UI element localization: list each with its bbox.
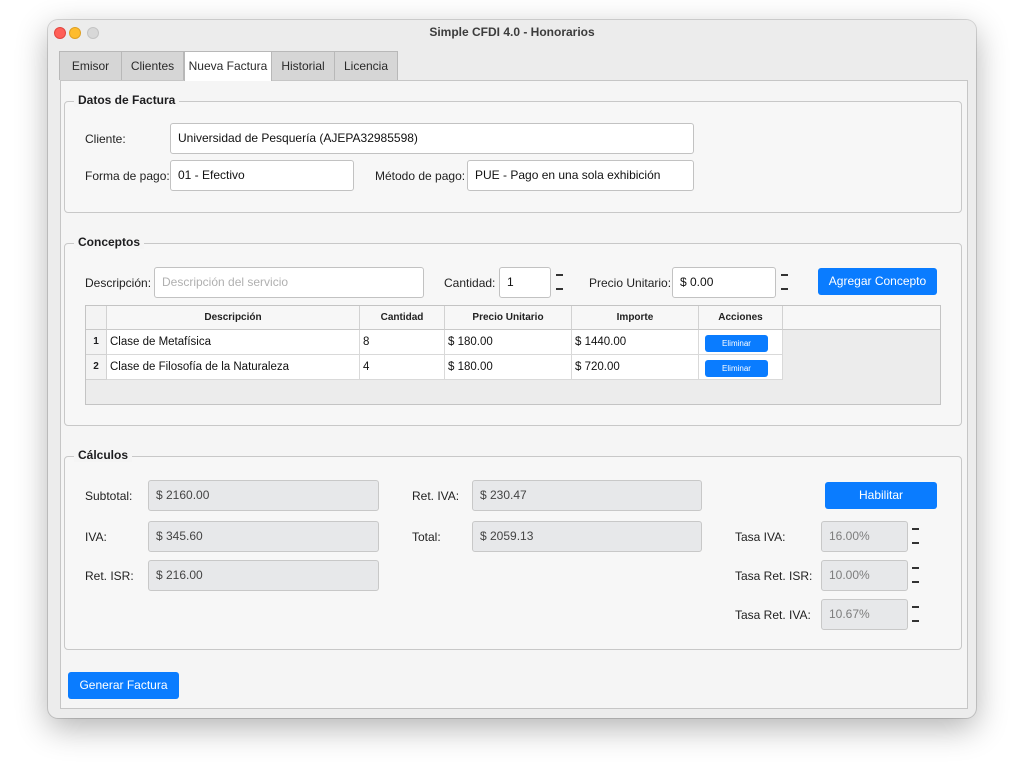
subtotal-label: Subtotal: xyxy=(85,489,133,503)
ret-isr-field: $ 216.00 xyxy=(148,560,379,591)
tasa-ret-isr-stepper[interactable] xyxy=(912,560,922,590)
eliminar-button[interactable]: Eliminar xyxy=(705,360,768,377)
tab-content-nueva-factura: Datos de Factura Cliente: Universidad de… xyxy=(60,80,968,709)
tasa-ret-isr-label: Tasa Ret. ISR: xyxy=(735,569,813,583)
cell-precio-unitario[interactable]: $ 180.00 xyxy=(445,330,572,355)
cell-descripcion[interactable]: Clase de Filosofía de la Naturaleza xyxy=(107,355,360,380)
precio-unitario-input[interactable]: $ 0.00 xyxy=(672,267,776,298)
column-header-descripcion[interactable]: Descripción xyxy=(107,306,360,330)
descripcion-label: Descripción: xyxy=(85,276,152,290)
forma-pago-select[interactable]: 01 - Efectivo xyxy=(170,160,354,191)
cell-acciones: Eliminar xyxy=(699,330,783,355)
title-bar: Simple CFDI 4.0 - Honorarios xyxy=(48,20,976,44)
total-label: Total: xyxy=(412,530,441,544)
cell-descripcion[interactable]: Clase de Metafísica xyxy=(107,330,360,355)
descripcion-input[interactable]: Descripción del servicio xyxy=(154,267,424,298)
tab-emisor[interactable]: Emisor xyxy=(59,51,122,80)
conceptos-table: Descripción Cantidad Precio Unitario Imp… xyxy=(85,305,941,405)
cell-cantidad[interactable]: 4 xyxy=(360,355,445,380)
cliente-field[interactable]: Universidad de Pesquería (AJEPA32985598) xyxy=(170,123,694,154)
tasa-ret-iva-stepper[interactable] xyxy=(912,599,922,629)
tab-clientes[interactable]: Clientes xyxy=(121,51,184,80)
eliminar-button[interactable]: Eliminar xyxy=(705,335,768,352)
ret-isr-label: Ret. ISR: xyxy=(85,569,134,583)
column-header-acciones[interactable]: Acciones xyxy=(699,306,783,330)
row-number: 2 xyxy=(86,355,107,380)
metodo-pago-label: Método de pago: xyxy=(375,169,466,183)
conceptos-title: Conceptos xyxy=(74,235,145,249)
column-header-filler xyxy=(783,306,940,330)
datos-factura-group: Datos de Factura Cliente: Universidad de… xyxy=(64,93,962,213)
ret-iva-field: $ 230.47 xyxy=(472,480,702,511)
column-header-importe[interactable]: Importe xyxy=(572,306,699,330)
app-window: Simple CFDI 4.0 - Honorarios Emisor Clie… xyxy=(48,20,976,718)
tasa-iva-input[interactable]: 16.00% xyxy=(821,521,908,552)
metodo-pago-select[interactable]: PUE - Pago en una sola exhibición xyxy=(467,160,694,191)
precio-unitario-stepper[interactable] xyxy=(781,267,791,297)
tasa-ret-isr-input[interactable]: 10.00% xyxy=(821,560,908,591)
ret-iva-label: Ret. IVA: xyxy=(412,489,460,503)
window-title: Simple CFDI 4.0 - Honorarios xyxy=(429,25,595,39)
cell-importe[interactable]: $ 1440.00 xyxy=(572,330,699,355)
generar-factura-button[interactable]: Generar Factura xyxy=(68,672,179,699)
cell-acciones: Eliminar xyxy=(699,355,783,380)
cantidad-stepper[interactable] xyxy=(556,267,566,297)
column-header-cantidad[interactable]: Cantidad xyxy=(360,306,445,330)
datos-factura-title: Datos de Factura xyxy=(74,93,180,107)
agregar-concepto-button[interactable]: Agregar Concepto xyxy=(818,268,937,295)
tab-historial[interactable]: Historial xyxy=(271,51,335,80)
cell-precio-unitario[interactable]: $ 180.00 xyxy=(445,355,572,380)
total-field: $ 2059.13 xyxy=(472,521,702,552)
row-number: 1 xyxy=(86,330,107,355)
iva-label: IVA: xyxy=(85,530,107,544)
calculos-title: Cálculos xyxy=(74,448,133,462)
cantidad-input[interactable]: 1 xyxy=(499,267,551,298)
precio-unitario-label: Precio Unitario: xyxy=(589,276,672,290)
calculos-group: Cálculos Subtotal: $ 2160.00 IVA: $ 345.… xyxy=(64,448,962,650)
forma-pago-label: Forma de pago: xyxy=(85,169,170,183)
cliente-label: Cliente: xyxy=(85,132,126,146)
tasa-iva-stepper[interactable] xyxy=(912,521,922,551)
habilitar-button[interactable]: Habilitar xyxy=(825,482,937,509)
cantidad-label: Cantidad: xyxy=(444,276,496,290)
tab-licencia[interactable]: Licencia xyxy=(334,51,398,80)
tab-nueva-factura[interactable]: Nueva Factura xyxy=(184,51,272,81)
tasa-ret-iva-input[interactable]: 10.67% xyxy=(821,599,908,630)
conceptos-group: Conceptos Descripción: Descripción del s… xyxy=(64,235,962,426)
iva-field: $ 345.60 xyxy=(148,521,379,552)
column-header-precio-unitario[interactable]: Precio Unitario xyxy=(445,306,572,330)
tasa-ret-iva-label: Tasa Ret. IVA: xyxy=(735,608,811,622)
cell-cantidad[interactable]: 8 xyxy=(360,330,445,355)
tasa-iva-label: Tasa IVA: xyxy=(735,530,786,544)
table-corner xyxy=(86,306,107,330)
subtotal-field: $ 2160.00 xyxy=(148,480,379,511)
cell-importe[interactable]: $ 720.00 xyxy=(572,355,699,380)
